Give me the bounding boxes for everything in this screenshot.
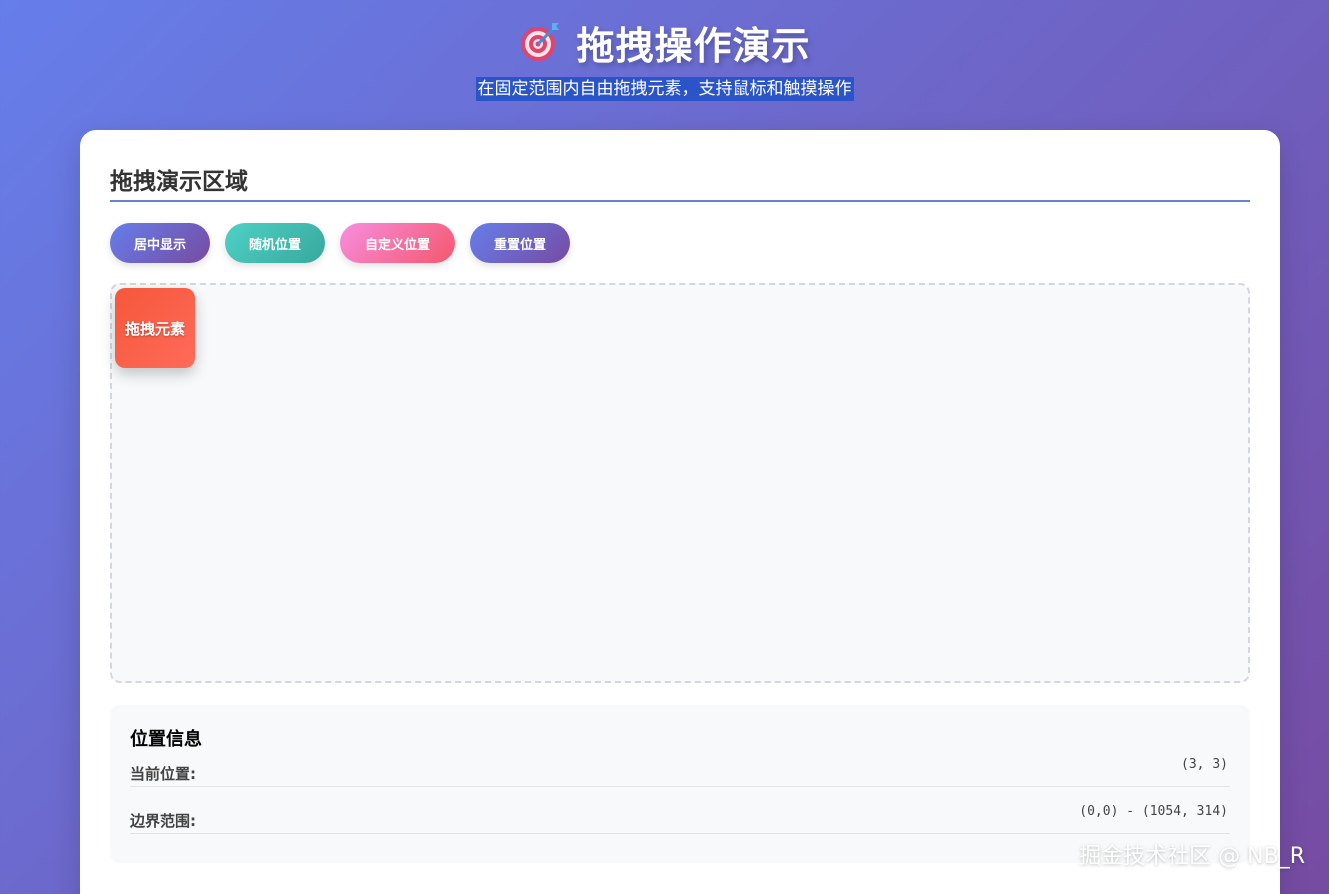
center-button[interactable]: 居中显示 [110,223,210,263]
current-position-value: (3, 3) [1181,757,1228,772]
reset-position-button[interactable]: 重置位置 [470,223,570,263]
demo-card: 拖拽演示区域 居中显示 随机位置 自定义位置 重置位置 拖拽元素 位置信息 当前… [80,130,1280,894]
info-title: 位置信息 [130,729,202,750]
bounds-label: 边界范围: [130,812,196,830]
page-header: 拖拽操作演示 在固定范围内自由拖拽元素，支持鼠标和触摸操作 [0,14,1329,101]
page-subtitle: 在固定范围内自由拖拽元素，支持鼠标和触摸操作 [475,77,854,101]
current-position-row: 当前位置: (3, 3) [130,757,1230,787]
title-row: 拖拽操作演示 [0,14,1329,70]
draggable-element[interactable]: 拖拽元素 [115,288,195,368]
random-position-button[interactable]: 随机位置 [225,223,325,263]
drag-area: 拖拽元素 [110,283,1250,683]
target-icon [521,23,560,61]
title-divider [110,200,1250,202]
bounds-row: 边界范围: (0,0) - (1054, 314) [130,804,1230,834]
custom-position-button[interactable]: 自定义位置 [340,223,455,263]
page-title: 拖拽操作演示 [576,23,811,68]
card-title: 拖拽演示区域 [110,169,248,195]
watermark: 掘金技术社区 @ NB_R [1079,844,1305,869]
bounds-value: (0,0) - (1054, 314) [1079,804,1228,819]
current-position-label: 当前位置: [130,765,196,783]
